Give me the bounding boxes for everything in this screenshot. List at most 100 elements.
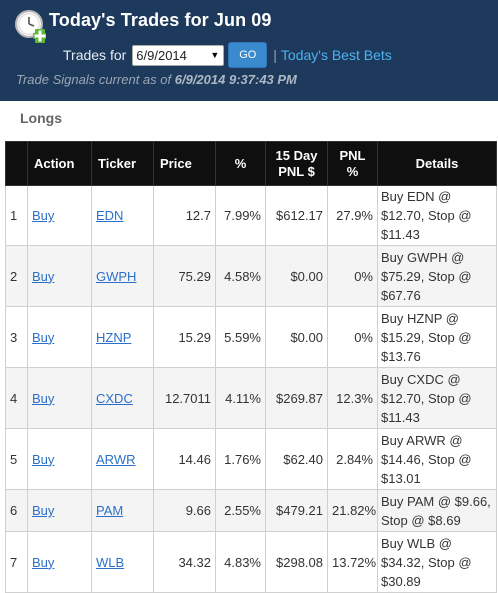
table-row: 5 Buy ARWR 14.46 1.76% $62.40 2.84% Buy … (5, 428, 497, 490)
row-details: Buy GWPH @ $75.29, Stop @ $67.76 (377, 245, 497, 307)
row-index: 5 (5, 428, 28, 490)
row-pnl15: $0.00 (265, 245, 328, 307)
row-price: 14.46 (153, 428, 216, 490)
row-index: 4 (5, 367, 28, 429)
row-pct: 2.55% (215, 489, 266, 532)
row-details: Buy EDN @ $12.70, Stop @ $11.43 (377, 185, 497, 246)
table-body: 1 Buy EDN 12.7 7.99% $612.17 27.9% Buy E… (5, 185, 497, 593)
col-header-pnlpct: PNL % (327, 141, 378, 186)
row-details: Buy HZNP @ $15.29, Stop @ $13.76 (377, 306, 497, 368)
row-pnlpct: 0% (327, 306, 378, 368)
row-pnlpct: 2.84% (327, 428, 378, 490)
table-row: 1 Buy EDN 12.7 7.99% $612.17 27.9% Buy E… (5, 185, 497, 246)
col-header-pnl15-line2: PNL $ (278, 163, 315, 179)
col-header-pnlpct-line1: PNL (339, 147, 366, 163)
row-pnlpct: 0% (327, 245, 378, 307)
buy-link[interactable]: Buy (32, 503, 54, 518)
row-index: 3 (5, 306, 28, 368)
ticker-link[interactable]: ARWR (96, 452, 135, 467)
row-action-cell: Buy (27, 428, 92, 490)
row-price: 12.7011 (153, 367, 216, 429)
row-ticker-cell: CXDC (91, 367, 154, 429)
ticker-link[interactable]: GWPH (96, 269, 136, 284)
header-bar: Today's Trades for Jun 09 Trades for 6/9… (0, 0, 498, 101)
table-header-row: Action Ticker Price % 15 Day PNL $ PNL %… (5, 141, 497, 186)
row-ticker-cell: WLB (91, 531, 154, 593)
row-index: 6 (5, 489, 28, 532)
buy-link[interactable]: Buy (32, 555, 54, 570)
date-select[interactable]: 6/9/2014 ▼ (132, 44, 225, 66)
row-pct: 4.83% (215, 531, 266, 593)
row-pct: 1.76% (215, 428, 266, 490)
best-bets-link[interactable]: Today's Best Bets (281, 47, 392, 63)
table-row: 3 Buy HZNP 15.29 5.59% $0.00 0% Buy HZNP… (5, 306, 497, 368)
page-title: Today's Trades for Jun 09 (49, 10, 272, 30)
row-index: 7 (5, 531, 28, 593)
col-header-price: Price (153, 141, 216, 186)
row-price: 15.29 (153, 306, 216, 368)
row-index: 1 (5, 185, 28, 246)
row-action-cell: Buy (27, 185, 92, 246)
row-pnlpct: 27.9% (327, 185, 378, 246)
row-pnl15: $479.21 (265, 489, 328, 532)
section-title-longs: Longs (20, 110, 62, 126)
trades-table-wrapper: Action Ticker Price % 15 Day PNL $ PNL %… (5, 141, 498, 593)
signals-timestamp: Trade Signals current as of 6/9/2014 9:3… (16, 72, 297, 87)
row-action-cell: Buy (27, 245, 92, 307)
row-ticker-cell: HZNP (91, 306, 154, 368)
row-ticker-cell: EDN (91, 185, 154, 246)
col-header-details: Details (377, 141, 497, 186)
row-pct: 4.11% (215, 367, 266, 429)
row-ticker-cell: PAM (91, 489, 154, 532)
row-price: 75.29 (153, 245, 216, 307)
buy-link[interactable]: Buy (32, 330, 54, 345)
row-details: Buy ARWR @ $14.46, Stop @ $13.01 (377, 428, 497, 490)
row-pnl15: $62.40 (265, 428, 328, 490)
ticker-link[interactable]: CXDC (96, 391, 133, 406)
col-header-pct: % (215, 141, 266, 186)
buy-link[interactable]: Buy (32, 391, 54, 406)
ticker-link[interactable]: WLB (96, 555, 124, 570)
clock-add-icon (15, 10, 46, 43)
row-pnlpct: 12.3% (327, 367, 378, 429)
ticker-link[interactable]: EDN (96, 208, 123, 223)
row-details: Buy WLB @ $34.32, Stop @ $30.89 (377, 531, 497, 593)
trades-for-label: Trades for (63, 47, 127, 63)
row-pct: 7.99% (215, 185, 266, 246)
row-pnlpct: 13.72% (327, 531, 378, 593)
row-pnl15: $0.00 (265, 306, 328, 368)
row-pnl15: $269.87 (265, 367, 328, 429)
date-select-value: 6/9/2014 (136, 47, 187, 63)
signals-prefix: Trade Signals current as of (16, 72, 172, 87)
ticker-link[interactable]: PAM (96, 503, 123, 518)
table-row: 6 Buy PAM 9.66 2.55% $479.21 21.82% Buy … (5, 489, 497, 532)
col-header-pnl15-line1: 15 Day (275, 147, 318, 163)
signals-time: 6/9/2014 9:37:43 PM (174, 72, 297, 87)
row-pct: 5.59% (215, 306, 266, 368)
row-details: Buy CXDC @ $12.70, Stop @ $11.43 (377, 367, 497, 429)
row-pct: 4.58% (215, 245, 266, 307)
buy-link[interactable]: Buy (32, 208, 54, 223)
table-row: 2 Buy GWPH 75.29 4.58% $0.00 0% Buy GWPH… (5, 245, 497, 307)
col-header-index (5, 141, 28, 186)
buy-link[interactable]: Buy (32, 269, 54, 284)
row-ticker-cell: GWPH (91, 245, 154, 307)
go-button[interactable]: GO (228, 42, 268, 68)
separator: | (273, 47, 277, 63)
row-action-cell: Buy (27, 489, 92, 532)
row-pnl15: $612.17 (265, 185, 328, 246)
table-row: 7 Buy WLB 34.32 4.83% $298.08 13.72% Buy… (5, 531, 497, 593)
chevron-down-icon: ▼ (210, 50, 220, 60)
ticker-link[interactable]: HZNP (96, 330, 131, 345)
col-header-pnlpct-line2: % (346, 163, 359, 179)
trades-table: Action Ticker Price % 15 Day PNL $ PNL %… (5, 141, 497, 593)
row-ticker-cell: ARWR (91, 428, 154, 490)
col-header-action: Action (27, 141, 92, 186)
col-header-pnl15: 15 Day PNL $ (265, 141, 328, 186)
row-action-cell: Buy (27, 306, 92, 368)
row-action-cell: Buy (27, 531, 92, 593)
buy-link[interactable]: Buy (32, 452, 54, 467)
row-details: Buy PAM @ $9.66, Stop @ $8.69 (377, 489, 497, 532)
col-header-ticker: Ticker (91, 141, 154, 186)
row-price: 34.32 (153, 531, 216, 593)
